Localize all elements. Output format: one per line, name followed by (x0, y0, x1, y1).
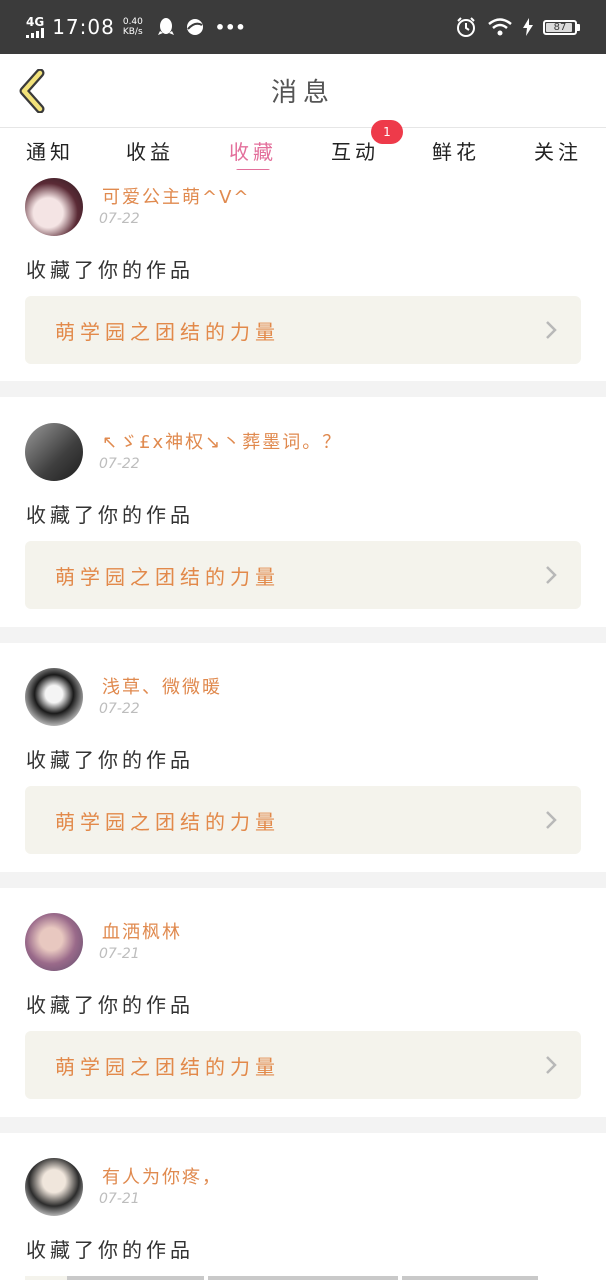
scroll-edge (25, 1276, 67, 1280)
list-item: 血洒枫林 07-21 收藏了你的作品 萌学园之团结的力量 (0, 888, 606, 1116)
work-link[interactable]: 萌学园之团结的力量 (25, 296, 581, 364)
work-title: 萌学园之团结的力量 (55, 810, 280, 834)
list-item: 有人为你疼， 07-21 收藏了你的作品 (0, 1133, 606, 1280)
status-time: 17:08 (52, 15, 115, 39)
message-date: 07-22 (99, 211, 140, 227)
app-header: 消息 (0, 54, 606, 128)
speed-value: 0.40 (122, 17, 143, 27)
tab-notifications[interactable]: 通知 (10, 136, 90, 165)
browser-icon (186, 19, 203, 35)
work-link[interactable]: 萌学园之团结的力量 (25, 541, 581, 609)
work-title: 萌学园之团结的力量 (55, 565, 280, 589)
list-item: 浅草、微微暖 07-22 收藏了你的作品 萌学园之团结的力量 (0, 643, 606, 871)
speed-unit: KB/s (122, 27, 143, 37)
message-action: 收藏了你的作品 (26, 748, 194, 772)
username[interactable]: 血洒枫林 (102, 918, 182, 944)
divider (0, 1117, 606, 1133)
nav-segment (402, 1276, 538, 1280)
divider (0, 872, 606, 888)
message-list[interactable]: 可爱公主萌^V^ 07-22 收藏了你的作品 萌学园之团结的力量 ↖ゞ£х神权↘… (0, 170, 606, 1280)
qq-icon (157, 18, 174, 35)
work-link[interactable]: 萌学园之团结的力量 (25, 1031, 581, 1099)
status-right: 87 (455, 16, 580, 38)
tab-favorites[interactable]: 收藏 (213, 136, 293, 165)
message-date: 07-21 (99, 946, 140, 962)
network-type: 4G (26, 15, 45, 29)
chevron-right-icon (546, 1056, 557, 1074)
chevron-right-icon (546, 566, 557, 584)
signal-icon: 4G (26, 16, 44, 38)
username[interactable]: 有人为你疼， (102, 1163, 222, 1189)
wifi-icon (488, 18, 512, 36)
avatar[interactable] (25, 423, 83, 481)
chevron-right-icon (546, 321, 557, 339)
message-action: 收藏了你的作品 (26, 503, 194, 527)
message-action: 收藏了你的作品 (26, 1238, 194, 1262)
work-link[interactable]: 萌学园之团结的力量 (25, 786, 581, 854)
notification-badge: 1 (371, 120, 403, 144)
alarm-icon (457, 17, 475, 37)
nav-segment (67, 1276, 204, 1280)
message-date: 07-22 (99, 701, 140, 717)
message-date: 07-21 (99, 1191, 140, 1207)
battery-level: 87 (553, 21, 567, 33)
avatar[interactable] (25, 668, 83, 726)
avatar[interactable] (25, 178, 83, 236)
message-action: 收藏了你的作品 (26, 258, 194, 282)
work-title: 萌学园之团结的力量 (55, 1055, 280, 1079)
page-title: 消息 (270, 78, 335, 108)
username[interactable]: 可爱公主萌^V^ (102, 183, 250, 209)
work-title: 萌学园之团结的力量 (55, 320, 280, 344)
status-bar: 4G 17:08 0.40 KB/s ••• 87 (0, 0, 606, 54)
divider (0, 381, 606, 397)
list-item: ↖ゞ£х神权↘丶葬墨词。？ 07-22 收藏了你的作品 萌学园之团结的力量 (0, 397, 606, 626)
chevron-right-icon (546, 811, 557, 829)
avatar[interactable] (25, 1158, 83, 1216)
charging-icon (523, 18, 533, 36)
nav-segment (208, 1276, 398, 1280)
tab-follows[interactable]: 关注 (518, 136, 598, 165)
tab-flowers[interactable]: 鲜花 (416, 136, 496, 165)
divider (0, 627, 606, 643)
battery-icon: 87 (543, 19, 577, 35)
username[interactable]: 浅草、微微暖 (102, 673, 222, 699)
list-item: 可爱公主萌^V^ 07-22 收藏了你的作品 萌学园之团结的力量 (0, 170, 606, 380)
network-speed: 0.40 KB/s (123, 17, 143, 37)
username[interactable]: ↖ゞ£х神权↘丶葬墨词。？ (102, 428, 342, 454)
avatar[interactable] (25, 913, 83, 971)
more-icon: ••• (214, 17, 246, 37)
tab-earnings[interactable]: 收益 (110, 136, 190, 165)
status-left: 4G 17:08 0.40 KB/s ••• (26, 15, 246, 39)
message-date: 07-22 (99, 456, 140, 472)
message-action: 收藏了你的作品 (26, 993, 194, 1017)
